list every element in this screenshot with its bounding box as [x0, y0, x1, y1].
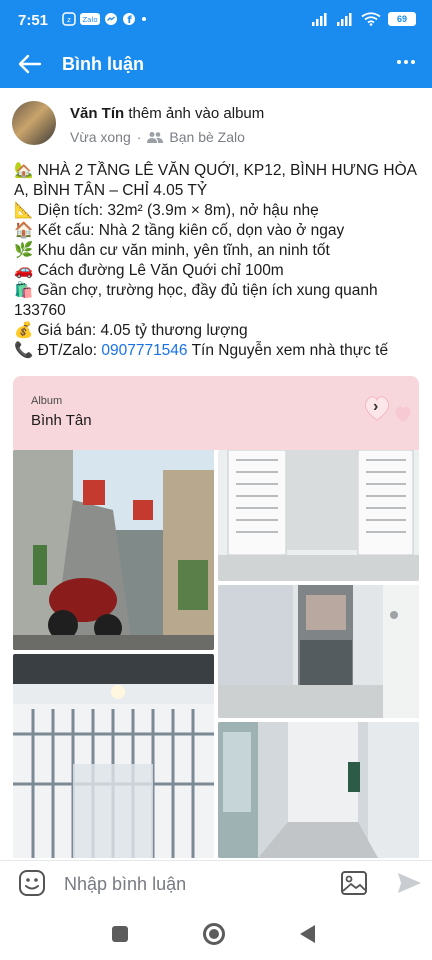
post-line: 💰 Giá bán: 4.05 tỷ thương lượng — [14, 322, 248, 339]
album-photos — [13, 450, 419, 858]
wifi-icon — [361, 12, 381, 26]
post-line: 📐 Diện tích: 32m² (3.9m × 8m), nở hậu nh… — [14, 202, 319, 219]
post-line: 🏡 NHÀ 2 TẦNG LÊ VĂN QUỚI, KP12, BÌNH HƯN… — [14, 162, 417, 179]
post-action: thêm ảnh vào album — [128, 105, 265, 122]
recent-apps-button[interactable] — [112, 926, 128, 942]
signal-icon-2 — [337, 13, 352, 26]
status-time: 7:51 — [18, 12, 49, 29]
facebook-icon: f — [123, 13, 135, 26]
zalo-notification-icon: z — [62, 12, 76, 26]
post-line: 🚗 Cách đường Lê Văn Quới chỉ 100m — [14, 262, 284, 279]
svg-text:z: z — [67, 16, 71, 24]
friends-icon — [147, 132, 164, 143]
svg-text:f: f — [127, 15, 132, 26]
system-nav-bar — [0, 906, 432, 960]
comment-input[interactable] — [64, 873, 314, 895]
post-audience[interactable]: Bạn bè Zalo — [169, 129, 245, 145]
avatar[interactable] — [12, 101, 56, 145]
post-line: 🛍️ Gần chợ, trường học, đầy đủ tiện ích … — [14, 282, 378, 299]
messenger-icon — [105, 13, 117, 25]
contact-suffix: Tín Nguyễn xem nhà thực tế — [187, 342, 389, 359]
post-meta: Vừa xong · Bạn bè Zalo — [70, 129, 245, 145]
phone-link[interactable]: 0907771546 — [101, 342, 187, 359]
zalo-badge-icon: Zalo — [80, 13, 100, 25]
battery-icon: 69 — [388, 12, 416, 26]
post-header: Văn Tín thêm ảnh vào album — [70, 105, 264, 122]
send-icon[interactable] — [396, 870, 422, 896]
svg-text:Zalo: Zalo — [82, 16, 97, 24]
album-label: Album — [31, 395, 63, 407]
dot-icon — [142, 17, 146, 21]
chevron-right-icon[interactable]: › — [373, 398, 391, 416]
author-name[interactable]: Văn Tín — [70, 105, 124, 122]
signal-icon — [312, 13, 327, 26]
post-text: 🏡 NHÀ 2 TẦNG LÊ VĂN QUỚI, KP12, BÌNH HƯN… — [14, 161, 417, 361]
more-options-icon[interactable] — [394, 50, 418, 74]
home-button[interactable] — [203, 923, 225, 945]
post-line: 🏠 Kết cấu: Nhà 2 tầng kiên cố, dọn vào ở… — [14, 222, 345, 239]
status-bar: 7:51 z Zalo f 69 — [0, 0, 432, 40]
post-line: A, BÌNH TÂN – CHỈ 4.05 TỶ — [14, 182, 208, 199]
album-card[interactable]: Album Bình Tân › — [13, 376, 419, 450]
meta-separator: · — [136, 129, 142, 145]
doorway-photo — [218, 585, 419, 718]
hallway-photo — [218, 722, 419, 858]
album-photo[interactable] — [218, 722, 419, 858]
app-bar: Bình luận — [0, 40, 432, 88]
contact-prefix: 📞 ĐT/Zalo: — [14, 342, 102, 359]
image-icon[interactable] — [340, 870, 368, 896]
emoji-icon[interactable] — [18, 869, 46, 897]
status-right: 69 — [311, 12, 416, 26]
album-photo[interactable] — [218, 450, 419, 581]
post-time: Vừa xong — [70, 129, 131, 145]
album-title: Bình Tân — [31, 412, 92, 429]
alley-motorbike-photo — [13, 450, 214, 650]
album-photo[interactable] — [13, 450, 214, 650]
post-content: Văn Tín thêm ảnh vào album Vừa xong · Bạ… — [0, 88, 432, 860]
comment-bar — [0, 860, 432, 906]
post-line: 🌿 Khu dân cư văn minh, yên tĩnh, an ninh… — [14, 242, 330, 259]
post-line: 133760 — [14, 302, 66, 319]
back-arrow-icon[interactable] — [16, 52, 44, 76]
album-photo[interactable] — [218, 585, 419, 718]
entrance-gate-photo — [13, 654, 214, 858]
door-grille-photo — [218, 450, 419, 581]
contact-line: 📞 ĐT/Zalo: 0907771546 Tín Nguyễn xem nhà… — [14, 341, 414, 361]
page-title: Bình luận — [62, 54, 144, 74]
system-back-button[interactable] — [300, 925, 315, 943]
album-photo[interactable] — [13, 654, 214, 858]
